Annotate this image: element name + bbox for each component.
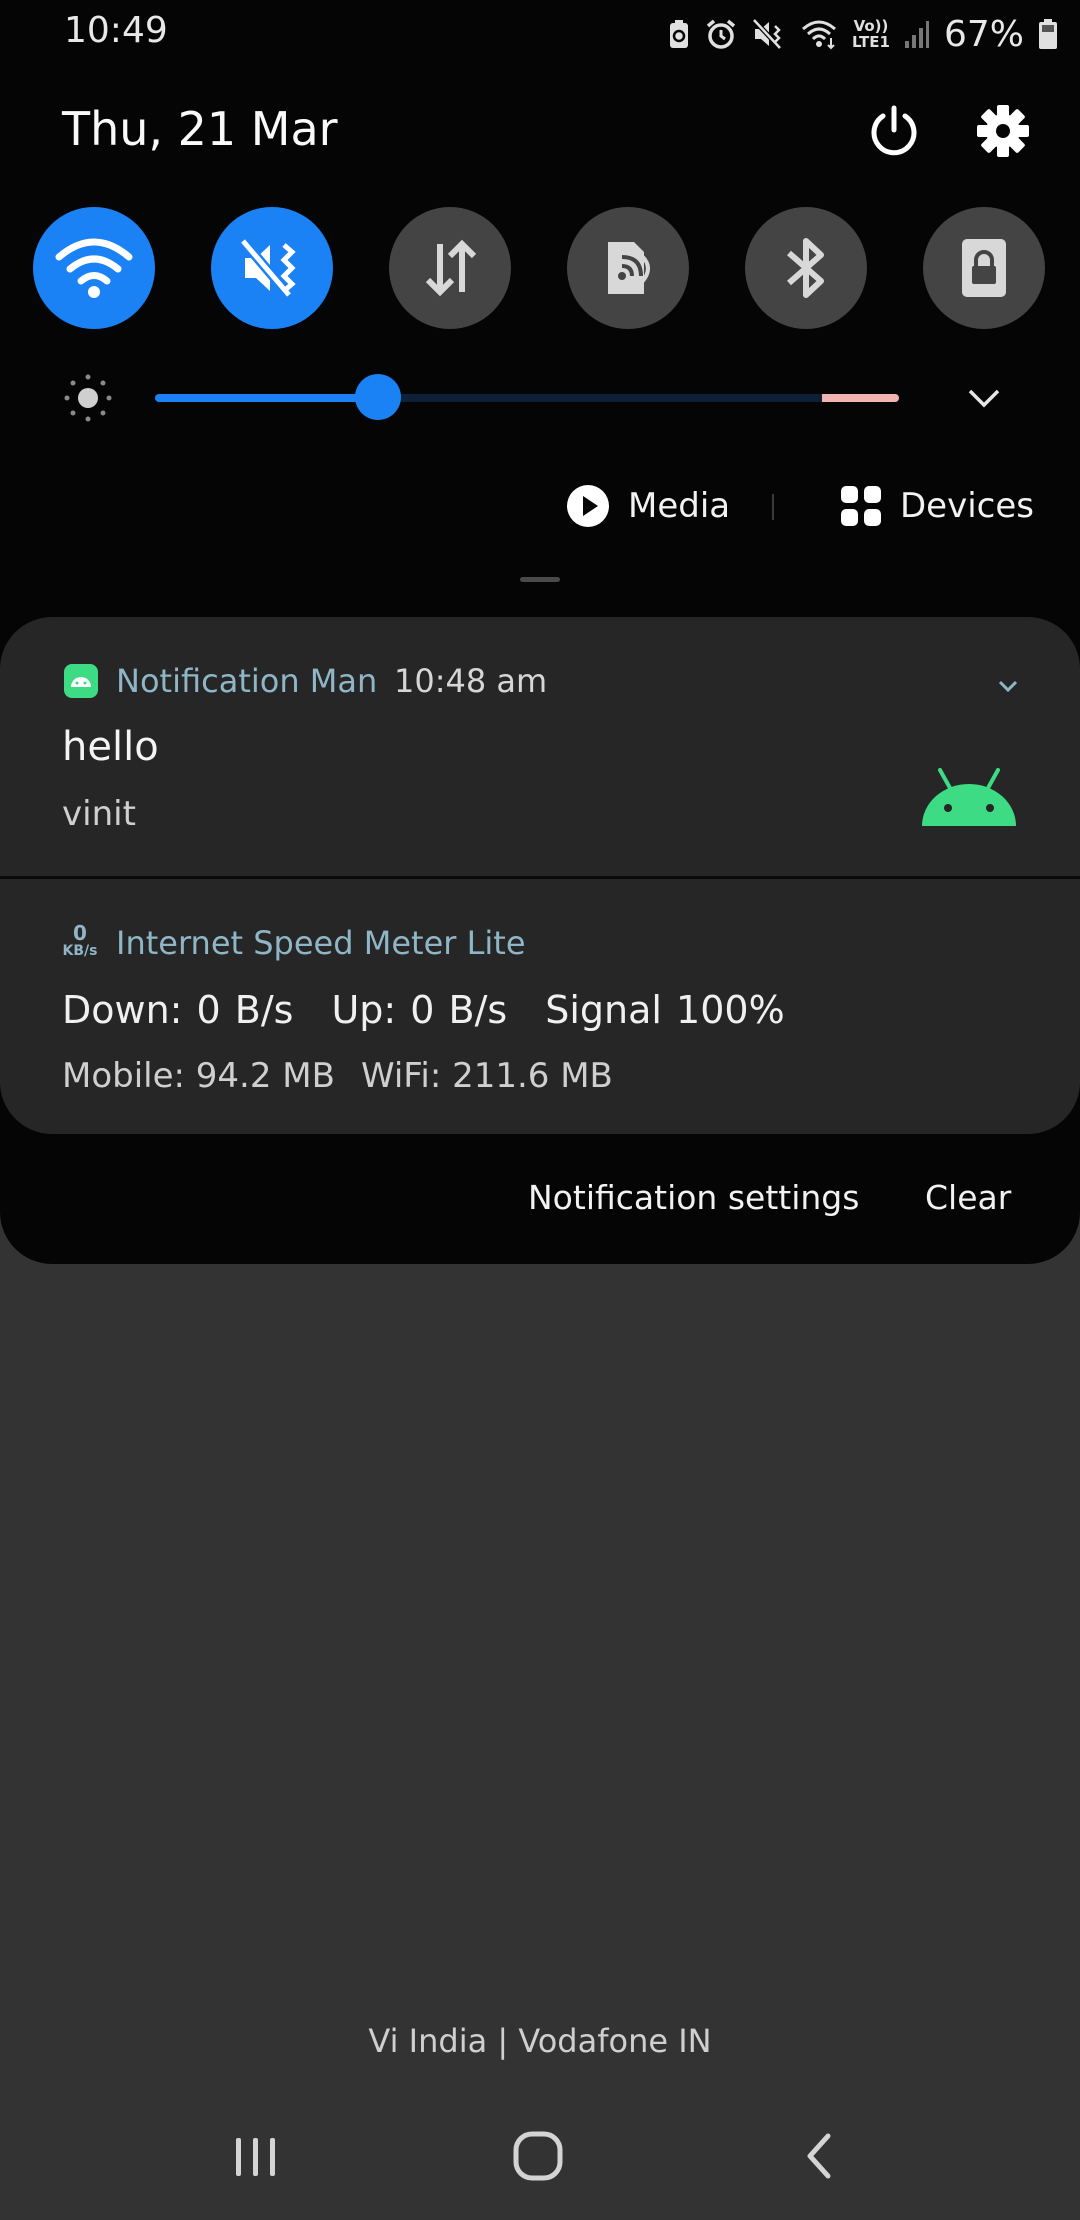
carrier-label: Vi India | Vodafone IN — [368, 2022, 712, 2060]
chevron-down-icon[interactable] — [994, 672, 1022, 700]
clear-button[interactable]: Clear — [925, 1178, 1011, 1217]
wifi-icon — [55, 238, 133, 298]
bluetooth-tile[interactable] — [745, 207, 867, 329]
sound-tile[interactable] — [211, 207, 333, 329]
mute-vibrate-icon — [239, 237, 296, 299]
cell-signal-icon — [904, 21, 929, 48]
power-icon[interactable] — [866, 104, 922, 160]
lte-label: LTE1 — [851, 33, 890, 51]
battery-icon — [1039, 19, 1057, 49]
screen-lock-tile[interactable] — [923, 207, 1045, 329]
wifi-usage: WiFi: 211.6 MB — [360, 1056, 613, 1096]
play-icon — [567, 485, 609, 527]
notification-title[interactable]: hello — [62, 724, 159, 770]
status-time: 10:49 — [64, 10, 168, 51]
wifi-signal-icon — [801, 20, 836, 50]
mobile-usage: Mobile: 94.2 MB — [62, 1056, 335, 1096]
signal-strength: Signal 100% — [545, 988, 785, 1032]
brightness-fill — [155, 394, 379, 402]
bluetooth-icon — [787, 238, 824, 298]
notification-app-name: Notification Man — [116, 662, 378, 700]
lock-icon — [962, 239, 1006, 297]
notification-time: 10:48 am — [394, 662, 548, 700]
gear-icon[interactable] — [974, 102, 1032, 160]
media-divider — [772, 494, 774, 520]
quick-panel: 10:49 Vo)) LTE1 67% Thu, 21 Mar Media De… — [0, 0, 1080, 1264]
battery-percent: 67% — [943, 13, 1024, 55]
speed-meter-icon: 0 KB/s — [60, 921, 100, 964]
media-label: Media — [628, 486, 731, 526]
screen-cast-tile[interactable] — [567, 207, 689, 329]
data-usage[interactable]: Mobile: 94.2 MB WiFi: 211.6 MB — [62, 1056, 639, 1096]
notification-settings-button[interactable]: Notification settings — [528, 1178, 859, 1217]
chevron-down-icon[interactable] — [964, 378, 1004, 418]
home-icon[interactable] — [512, 2130, 564, 2182]
notification-divider — [0, 876, 1080, 879]
upload-speed: Up: 0 B/s — [331, 988, 508, 1032]
panel-handle[interactable] — [520, 577, 560, 582]
media-button[interactable]: Media — [566, 480, 730, 532]
android-app-icon — [64, 664, 98, 698]
brightness-warning-zone — [822, 394, 899, 402]
date: Thu, 21 Mar — [62, 102, 338, 156]
speed-icon-value: 0 — [73, 921, 87, 945]
speed-app-name: Internet Speed Meter Lite — [116, 924, 526, 962]
speed-stats[interactable]: Down: 0 B/s Up: 0 B/s Signal 100% — [62, 988, 823, 1032]
download-speed: Down: 0 B/s — [62, 988, 294, 1032]
devices-grid-icon — [841, 486, 881, 526]
brightness-icon — [64, 374, 112, 422]
back-icon[interactable] — [802, 2130, 834, 2182]
alarm-icon — [706, 19, 736, 49]
recents-icon[interactable] — [232, 2134, 280, 2180]
speed-icon-unit: KB/s — [62, 943, 98, 959]
volte-lte-icon: Vo)) LTE1 — [852, 18, 890, 50]
android-icon — [922, 768, 1016, 826]
status-icons: Vo)) LTE1 67% — [668, 10, 1058, 58]
data-arrows-icon — [425, 239, 477, 297]
volte-label: Vo)) — [853, 17, 889, 35]
notification-text[interactable]: vinit — [62, 794, 136, 834]
screen-cast-icon — [608, 242, 650, 294]
devices-button[interactable]: Devices — [840, 480, 1034, 532]
devices-label: Devices — [900, 486, 1034, 526]
mobile-data-tile[interactable] — [389, 207, 511, 329]
brightness-thumb[interactable] — [355, 374, 402, 420]
mute-icon — [752, 18, 782, 50]
wifi-tile[interactable] — [33, 207, 155, 329]
battery-saver-icon — [669, 20, 688, 48]
